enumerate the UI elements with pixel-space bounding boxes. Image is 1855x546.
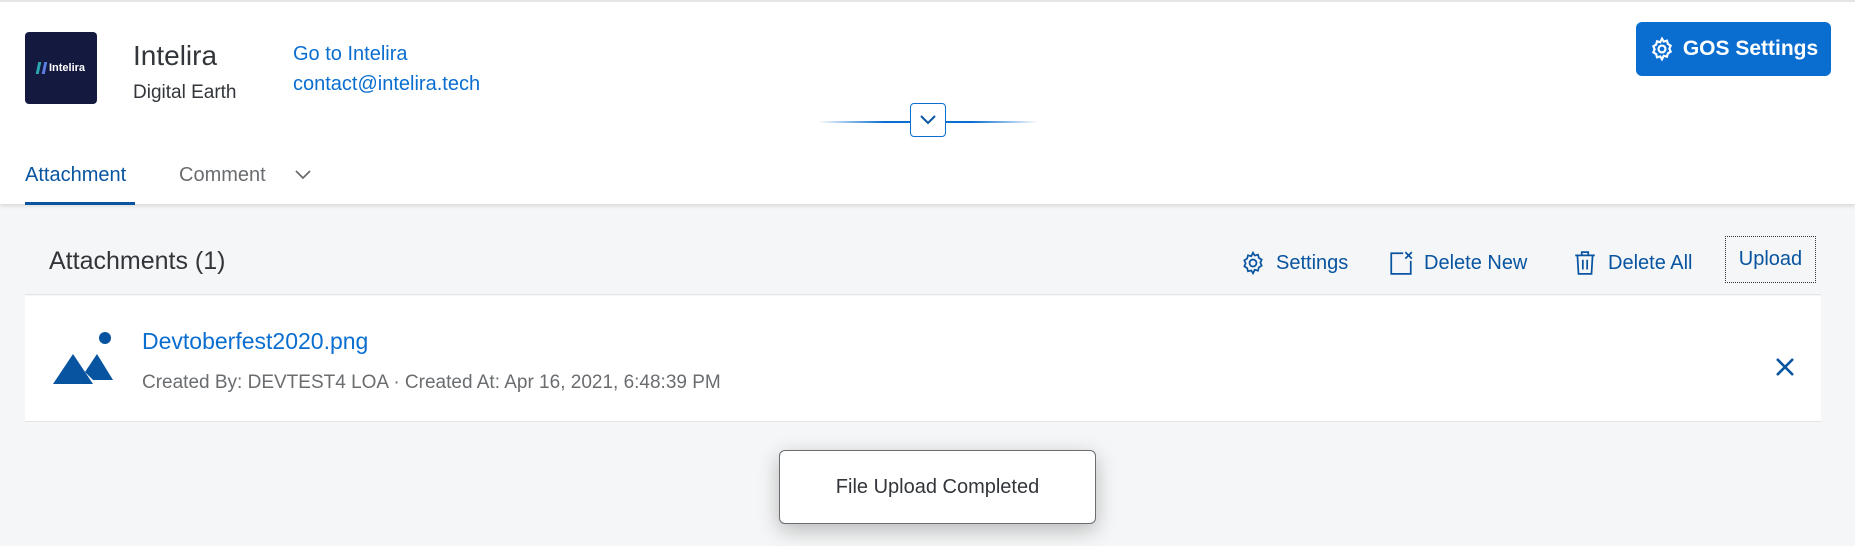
attachment-file-name[interactable]: Devtoberfest2020.png — [142, 328, 368, 355]
gos-settings-label: GOS Settings — [1682, 37, 1819, 60]
logo-mark-icon — [35, 62, 48, 74]
attachments-title: Attachments (1) — [49, 247, 226, 275]
website-link[interactable]: Go to Intelira — [293, 43, 408, 66]
tab-overflow-chevron-icon[interactable] — [294, 168, 312, 182]
delete-new-label: Delete New — [1424, 251, 1528, 274]
company-name: Intelira — [133, 40, 218, 71]
tab-attachment[interactable]: Attachment — [25, 164, 126, 187]
message-toast: File Upload Completed — [779, 450, 1096, 524]
delete-new-button[interactable]: Delete New — [1388, 248, 1527, 278]
tab-comment[interactable]: Comment — [179, 164, 266, 187]
image-icon — [53, 332, 113, 384]
attachment-meta: Created By: DEVTEST4 LOA · Created At: A… — [142, 372, 721, 393]
chevron-down-icon — [920, 115, 936, 125]
delete-new-icon — [1390, 251, 1413, 275]
attachment-list-item[interactable]: Devtoberfest2020.png Created By: DEVTEST… — [25, 296, 1821, 422]
tab-selected-indicator — [25, 202, 135, 205]
settings-button[interactable]: Settings — [1240, 248, 1348, 278]
logo-text: Intelira — [48, 62, 86, 74]
delete-all-button[interactable]: Delete All — [1572, 248, 1693, 278]
delete-all-label: Delete All — [1608, 251, 1693, 274]
list-divider — [25, 294, 1821, 295]
gear-icon — [1651, 36, 1672, 62]
object-page-header: Intelira Intelira Digital Earth Go to In… — [0, 0, 1855, 205]
settings-label: Settings — [1276, 251, 1349, 274]
trash-icon — [1575, 251, 1595, 275]
gear-icon — [1243, 250, 1263, 276]
company-logo: Intelira — [25, 32, 97, 104]
company-subtitle: Digital Earth — [133, 82, 237, 103]
email-link[interactable]: contact@intelira.tech — [293, 73, 480, 96]
toast-message: File Upload Completed — [835, 475, 1040, 498]
gos-settings-button[interactable]: GOS Settings — [1636, 22, 1831, 76]
header-collapse-button[interactable] — [910, 103, 946, 137]
close-icon[interactable] — [1774, 356, 1796, 378]
upload-button[interactable]: Upload — [1725, 236, 1816, 283]
